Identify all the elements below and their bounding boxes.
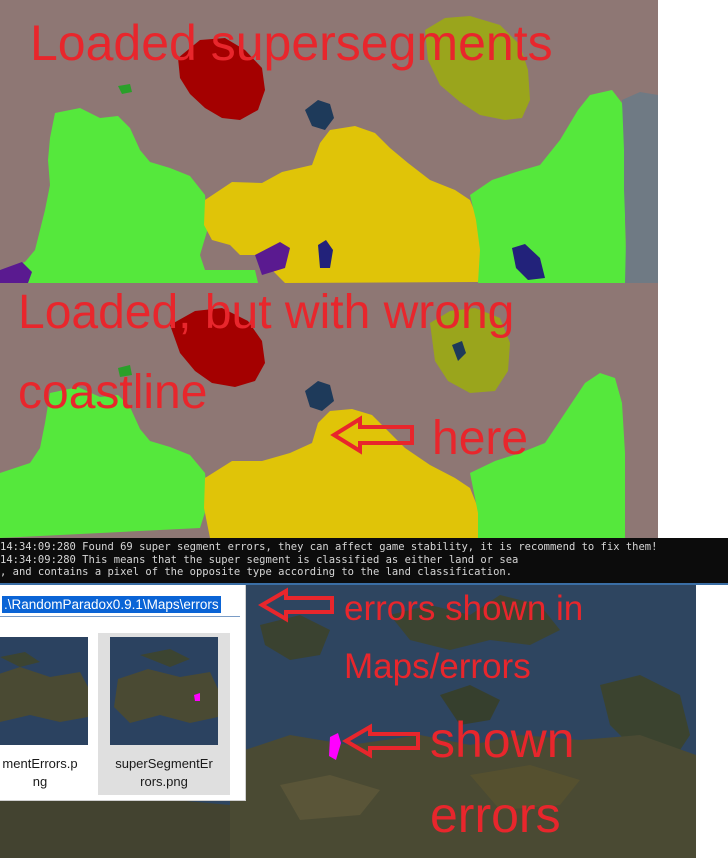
- arrow-left-icon: [330, 415, 414, 455]
- caption-shown-line2: errors: [430, 787, 561, 843]
- land-gray-east: [622, 92, 658, 283]
- file-name-line: ng: [32, 774, 48, 789]
- land-green-east: [470, 90, 627, 283]
- file-thumbnail-icon: [0, 637, 88, 745]
- file-name-line: mentErrors.p: [2, 756, 78, 771]
- console-output: 14:34:09:280 Found 69 super segment erro…: [0, 538, 728, 583]
- file-name: superSegmentEr rors.png: [98, 755, 230, 791]
- supersegments-map-loaded: Loaded supersegments: [0, 0, 658, 283]
- file-name: mentErrors.p ng: [0, 755, 86, 791]
- caption-loaded-supersegments: Loaded supersegments: [30, 15, 553, 71]
- background-strip: [696, 585, 728, 858]
- supersegments-map-wrong-coastline: Loaded, but with wrong coastline here: [0, 283, 658, 538]
- console-line: 14:34:09:280 This means that the super s…: [0, 553, 519, 566]
- land-navy-small: [305, 381, 334, 411]
- land-green-islet: [118, 84, 132, 94]
- caption-shown-line1: shown: [430, 712, 575, 768]
- file-item[interactable]: mentErrors.p ng: [0, 633, 88, 795]
- caption-here: here: [432, 412, 529, 465]
- console-line: , and contains a pixel of the opposite t…: [0, 566, 513, 579]
- caption-wrong-coastline-line1: Loaded, but with wrong: [18, 286, 515, 339]
- arrow-left-icon: [342, 723, 420, 759]
- address-bar[interactable]: .\RandomParadox0.9.1\Maps\errors: [0, 594, 240, 617]
- file-thumbnail-icon: [110, 637, 218, 745]
- file-explorer: .\RandomParadox0.9.1\Maps\errors mentErr…: [0, 585, 246, 801]
- land-yellow-center: [204, 126, 482, 283]
- file-name-line: rors.png: [140, 774, 188, 789]
- file-item[interactable]: superSegmentEr rors.png: [98, 633, 230, 795]
- file-name-line: superSegmentEr: [115, 756, 213, 771]
- caption-errors-line1: errors shown in: [344, 589, 584, 628]
- address-path[interactable]: .\RandomParadox0.9.1\Maps\errors: [2, 596, 221, 613]
- caption-wrong-coastline-line2: coastline: [18, 366, 208, 419]
- land-navy-small: [305, 100, 334, 130]
- console-line: 14:34:09:280 Found 69 super segment erro…: [0, 541, 658, 553]
- arrow-left-icon: [258, 587, 334, 623]
- caption-errors-line2: Maps/errors: [344, 647, 531, 686]
